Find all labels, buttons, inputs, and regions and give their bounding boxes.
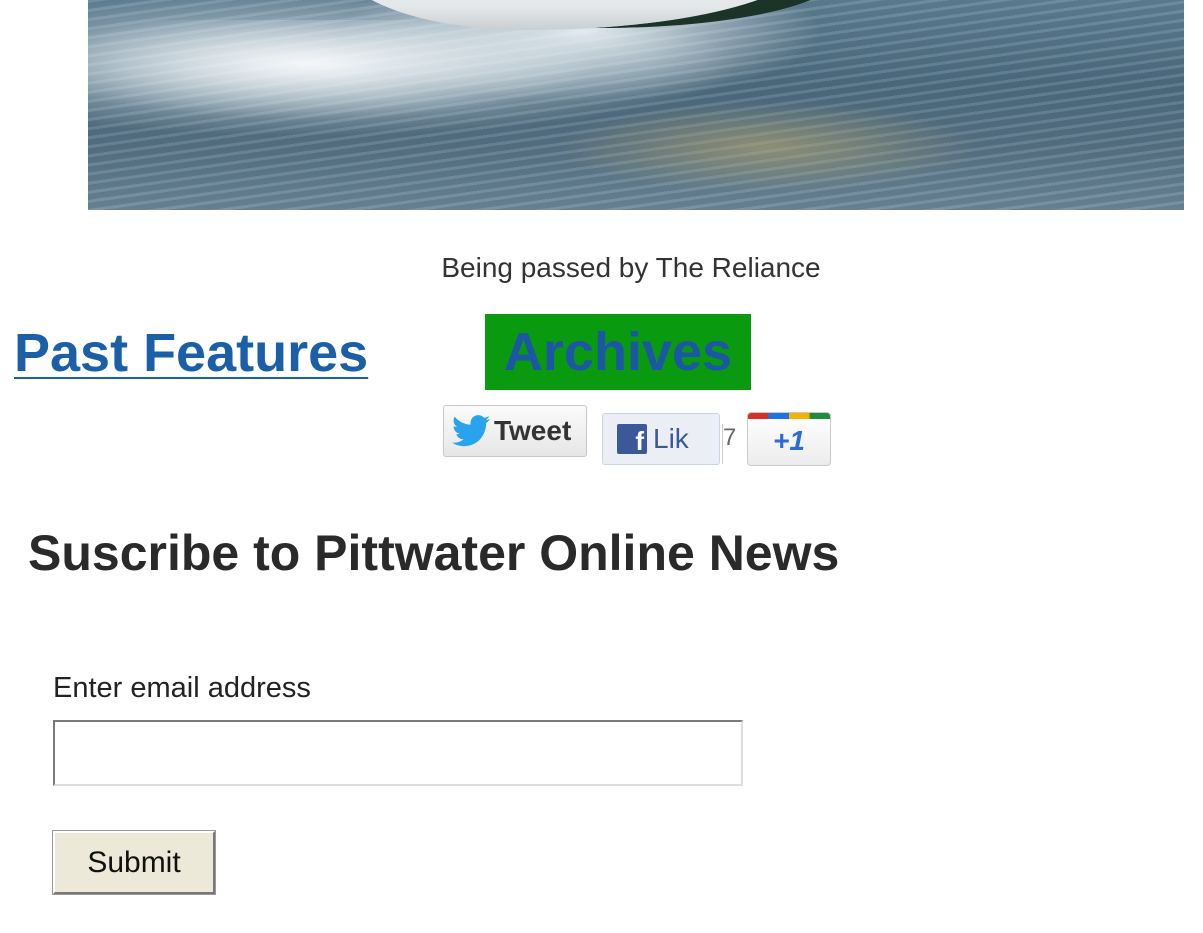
like-label: Lik bbox=[653, 423, 689, 454]
email-label: Enter email address bbox=[53, 672, 311, 704]
boat-photo bbox=[88, 0, 1184, 210]
tweet-button[interactable]: Tweet bbox=[443, 405, 587, 457]
email-input[interactable] bbox=[53, 720, 743, 786]
photo-caption: Being passed by The Reliance bbox=[441, 252, 821, 283]
boat-wake bbox=[88, 20, 648, 130]
past-features-link[interactable]: Past Features bbox=[14, 322, 368, 384]
subscribe-heading: Suscribe to Pittwater Online News bbox=[28, 525, 840, 581]
archives-link[interactable]: Archives bbox=[485, 314, 751, 390]
like-count: 7 bbox=[722, 424, 735, 464]
facebook-like-button[interactable]: f Lik bbox=[602, 413, 720, 465]
google-plusone-button[interactable]: +1 bbox=[747, 412, 831, 466]
facebook-icon: f bbox=[617, 424, 647, 456]
tweet-label: Tweet bbox=[494, 415, 572, 446]
twitter-bird-icon bbox=[452, 415, 490, 447]
submit-button[interactable]: Submit bbox=[52, 830, 216, 895]
plusone-label: +1 bbox=[773, 425, 805, 456]
